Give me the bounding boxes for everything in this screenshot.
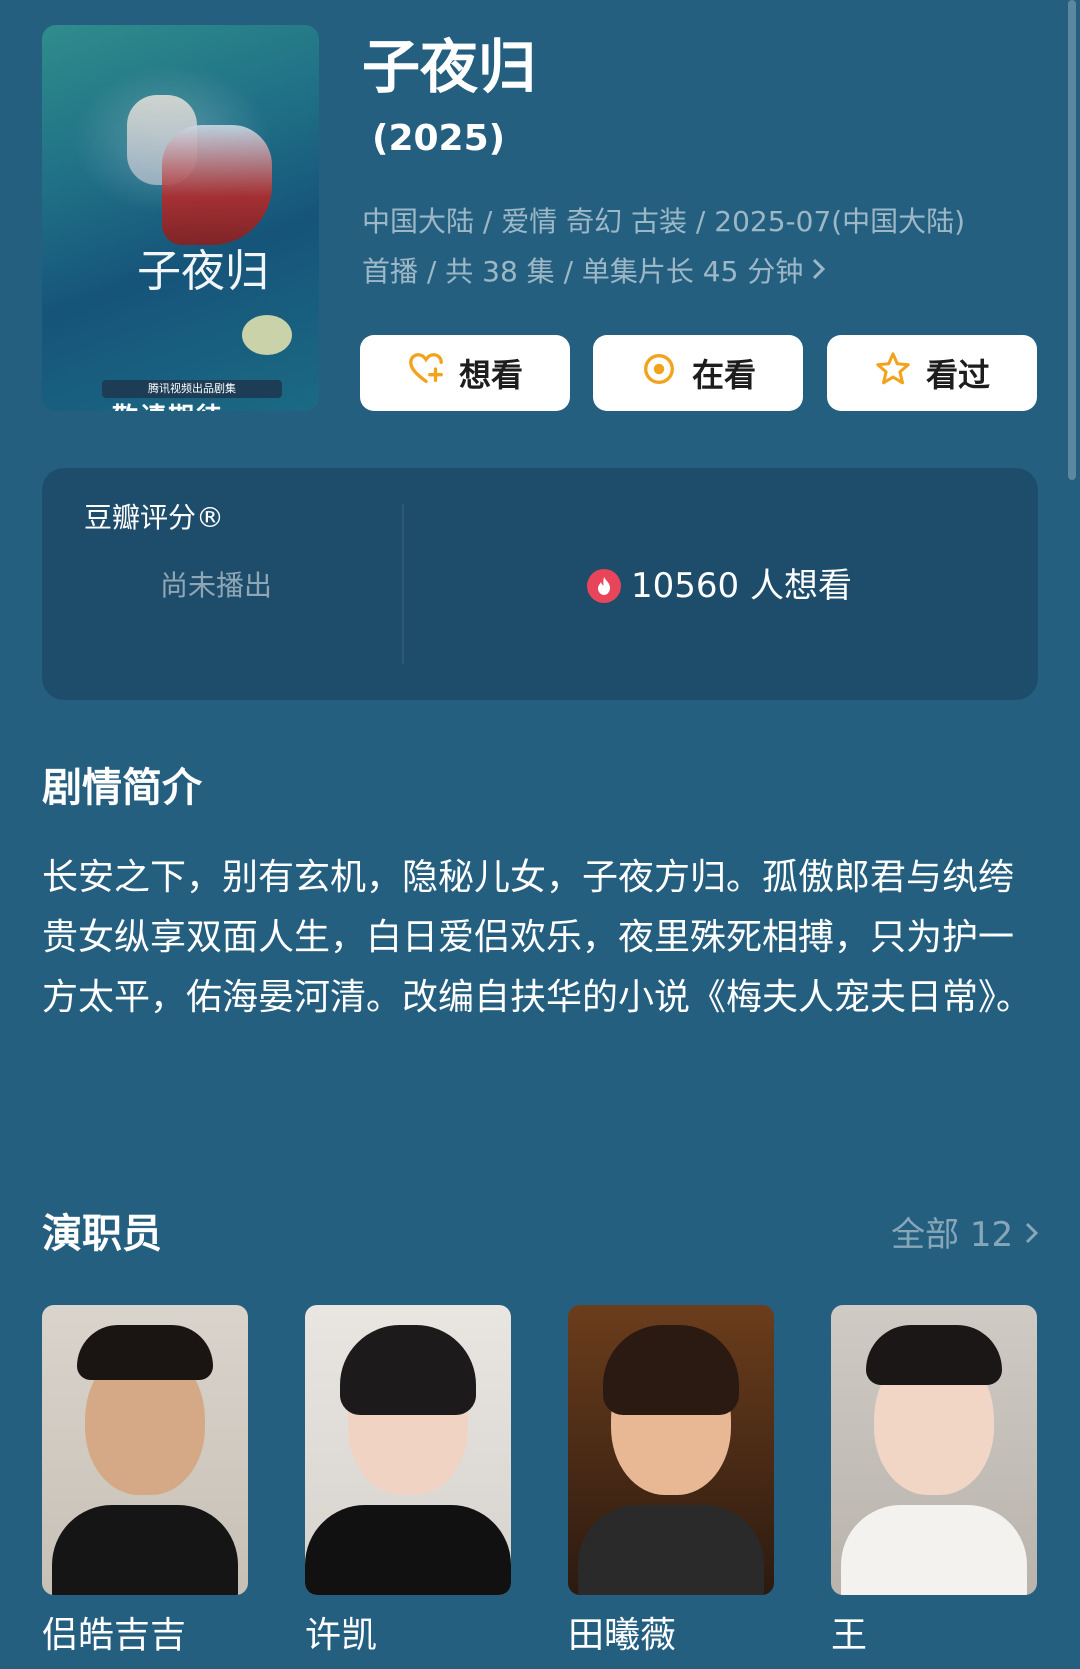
- meta-line-2: 首播 / 共 38 集 / 单集片长 45 分钟: [362, 247, 1022, 297]
- show-year: (2025): [372, 118, 506, 159]
- poster-expect: 敬请期待: [112, 397, 224, 411]
- cast-name: 王: [831, 1615, 868, 1656]
- cast-photo: [831, 1305, 1037, 1595]
- synopsis-text[interactable]: 长安之下，别有玄机，隐秘儿女，子夜方归。孤傲郎君与纨绔贵女纵享双面人生，白日爱侣…: [42, 848, 1038, 1028]
- want-to-watch-button[interactable]: 想看: [360, 335, 570, 411]
- chevron-right-icon: [811, 247, 827, 297]
- rating-status: 尚未播出: [160, 569, 273, 602]
- wish-count: 10560 人想看: [587, 562, 852, 610]
- photo-torso: [52, 1505, 238, 1595]
- poster-logo: 子夜归: [137, 246, 269, 297]
- cast-photo: [305, 1305, 511, 1595]
- cast-member-card[interactable]: 许凯: [305, 1305, 511, 1661]
- cast-photo: [42, 1305, 248, 1595]
- synopsis-heading: 剧情简介: [42, 765, 202, 811]
- poster-strip: 腾讯视频出品剧集: [102, 380, 282, 398]
- poster-image[interactable]: 子夜归 腾讯视频出品剧集 敬请期待: [42, 25, 319, 411]
- cast-name: 许凯: [305, 1615, 378, 1656]
- photo-hair: [866, 1325, 1002, 1385]
- photo-torso: [841, 1505, 1027, 1595]
- photo-torso: [578, 1505, 764, 1595]
- cast-name: 侣皓吉吉: [42, 1615, 187, 1656]
- star-icon: [874, 350, 912, 396]
- cast-member-card[interactable]: 田曦薇: [568, 1305, 774, 1661]
- photo-hair: [340, 1325, 476, 1415]
- rating-card[interactable]: 豆瓣评分® 尚未播出 10560 人想看: [42, 468, 1038, 700]
- poster-lotus: [242, 315, 292, 355]
- show-title: 子夜归: [362, 33, 537, 101]
- heart-plus-icon: [407, 350, 445, 396]
- cast-member-card[interactable]: 王: [831, 1305, 1037, 1661]
- poster-figure-female: [162, 125, 272, 245]
- chevron-right-icon: [1024, 1215, 1040, 1255]
- cast-photo: [568, 1305, 774, 1595]
- cast-heading: 演职员: [42, 1211, 162, 1257]
- photo-torso: [305, 1505, 511, 1595]
- watched-button[interactable]: 看过: [827, 335, 1037, 411]
- watching-button[interactable]: 在看: [593, 335, 803, 411]
- cast-member-card[interactable]: 侣皓吉吉: [42, 1305, 248, 1661]
- photo-hair: [77, 1325, 213, 1380]
- scrollbar[interactable]: [1068, 0, 1076, 480]
- fire-icon: [587, 569, 621, 603]
- cast-all-link[interactable]: 全部 12: [891, 1212, 1040, 1258]
- show-meta[interactable]: 中国大陆 / 爱情 奇幻 古装 / 2025-07(中国大陆) 首播 / 共 3…: [362, 197, 1022, 297]
- rating-label: 豆瓣评分®: [84, 501, 225, 534]
- photo-hair: [603, 1325, 739, 1415]
- meta-line-1: 中国大陆 / 爱情 奇幻 古装 / 2025-07(中国大陆): [362, 205, 966, 238]
- target-icon: [640, 350, 678, 396]
- rating-divider: [402, 504, 404, 664]
- cast-name: 田曦薇: [568, 1615, 677, 1656]
